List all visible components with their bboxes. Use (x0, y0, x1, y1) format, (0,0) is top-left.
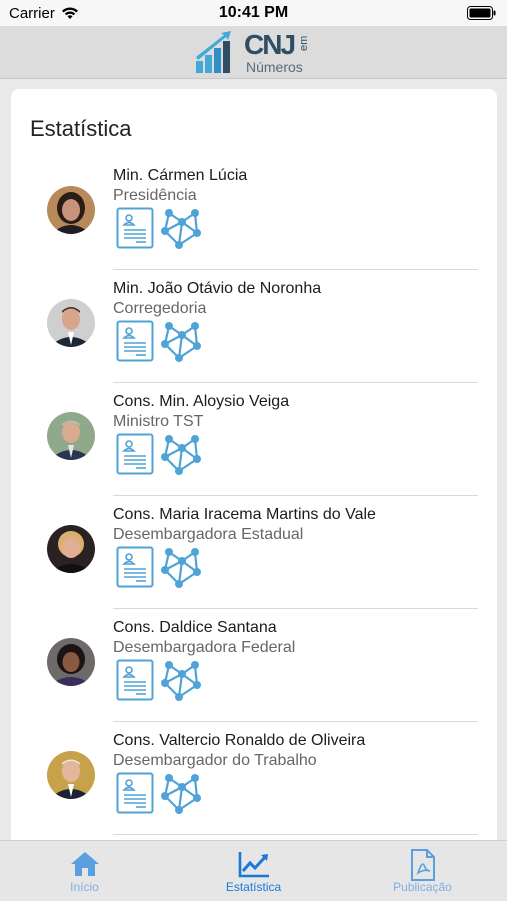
page-title: Estatística (30, 116, 132, 141)
list-item[interactable]: Cons. Daldice Santana Desembargadora Fed… (11, 609, 497, 722)
logo-em: em (298, 35, 310, 51)
tab-inicio[interactable]: Início (0, 841, 169, 901)
network-graph-icon[interactable] (159, 657, 205, 703)
avatar (47, 525, 95, 573)
list-item[interactable]: Cons. Min. Aloysio Veiga Ministro TST (11, 383, 497, 496)
logo-word: CNJ (244, 29, 296, 60)
member-name: Cons. Valtercio Ronaldo de Oliveira (113, 732, 366, 749)
battery-icon (467, 6, 497, 25)
avatar (47, 638, 95, 686)
profile-document-icon[interactable] (116, 772, 154, 814)
profile-document-icon[interactable] (116, 207, 154, 249)
member-role: Ministro TST (113, 413, 204, 430)
network-graph-icon[interactable] (159, 770, 205, 816)
member-role: Desembargador do Trabalho (113, 752, 317, 769)
profile-document-icon[interactable] (116, 433, 154, 475)
tab-bar: Início Estatística Publicação (0, 840, 507, 901)
avatar (47, 412, 95, 460)
member-role: Presidência (113, 187, 197, 204)
member-name: Min. Cármen Lúcia (113, 167, 248, 184)
profile-document-icon[interactable] (116, 659, 154, 701)
list-item[interactable]: Min. Cármen Lúcia Presidência (11, 157, 497, 270)
navigation-bar: CNJ em Números (0, 26, 507, 79)
network-graph-icon[interactable] (159, 431, 205, 477)
network-graph-icon[interactable] (159, 544, 205, 590)
avatar (47, 751, 95, 799)
cnj-logo: CNJ em Números (194, 29, 324, 75)
tab-label: Início (70, 880, 99, 894)
list-item[interactable]: Cons. Valtercio Ronaldo de Oliveira Dese… (11, 722, 497, 835)
tab-estatistica[interactable]: Estatística (169, 841, 338, 901)
member-name: Cons. Maria Iracema Martins do Vale (113, 506, 376, 523)
member-role: Desembargadora Estadual (113, 526, 304, 543)
status-bar: Carrier 10:41 PM (0, 0, 507, 26)
avatar (47, 186, 95, 234)
profile-document-icon[interactable] (116, 546, 154, 588)
list-item[interactable]: Cons. Maria Iracema Martins do Vale Dese… (11, 496, 497, 609)
network-graph-icon[interactable] (159, 205, 205, 251)
chart-icon (237, 849, 271, 879)
clock: 10:41 PM (218, 4, 289, 21)
profile-document-icon[interactable] (116, 320, 154, 362)
member-name: Min. João Otávio de Noronha (113, 280, 322, 297)
member-role: Corregedoria (113, 300, 207, 317)
avatar (47, 299, 95, 347)
pdf-icon (406, 849, 440, 881)
tab-publicacao[interactable]: Publicação (338, 841, 507, 901)
tab-label: Estatística (225, 880, 282, 894)
home-icon (68, 849, 102, 879)
logo-subtitle: Números (246, 59, 303, 75)
member-role: Desembargadora Federal (113, 639, 296, 656)
member-name: Cons. Daldice Santana (113, 619, 277, 636)
divider (113, 834, 478, 835)
network-graph-icon[interactable] (159, 318, 205, 364)
tab-label: Publicação (393, 880, 452, 894)
list-item[interactable]: Min. João Otávio de Noronha Corregedoria (11, 270, 497, 383)
member-list: Min. Cármen Lúcia Presidência Min. João … (11, 157, 497, 835)
member-name: Cons. Min. Aloysio Veiga (113, 393, 290, 410)
statistics-card: Estatística Min. Cármen Lúcia Presidênci… (11, 89, 497, 869)
